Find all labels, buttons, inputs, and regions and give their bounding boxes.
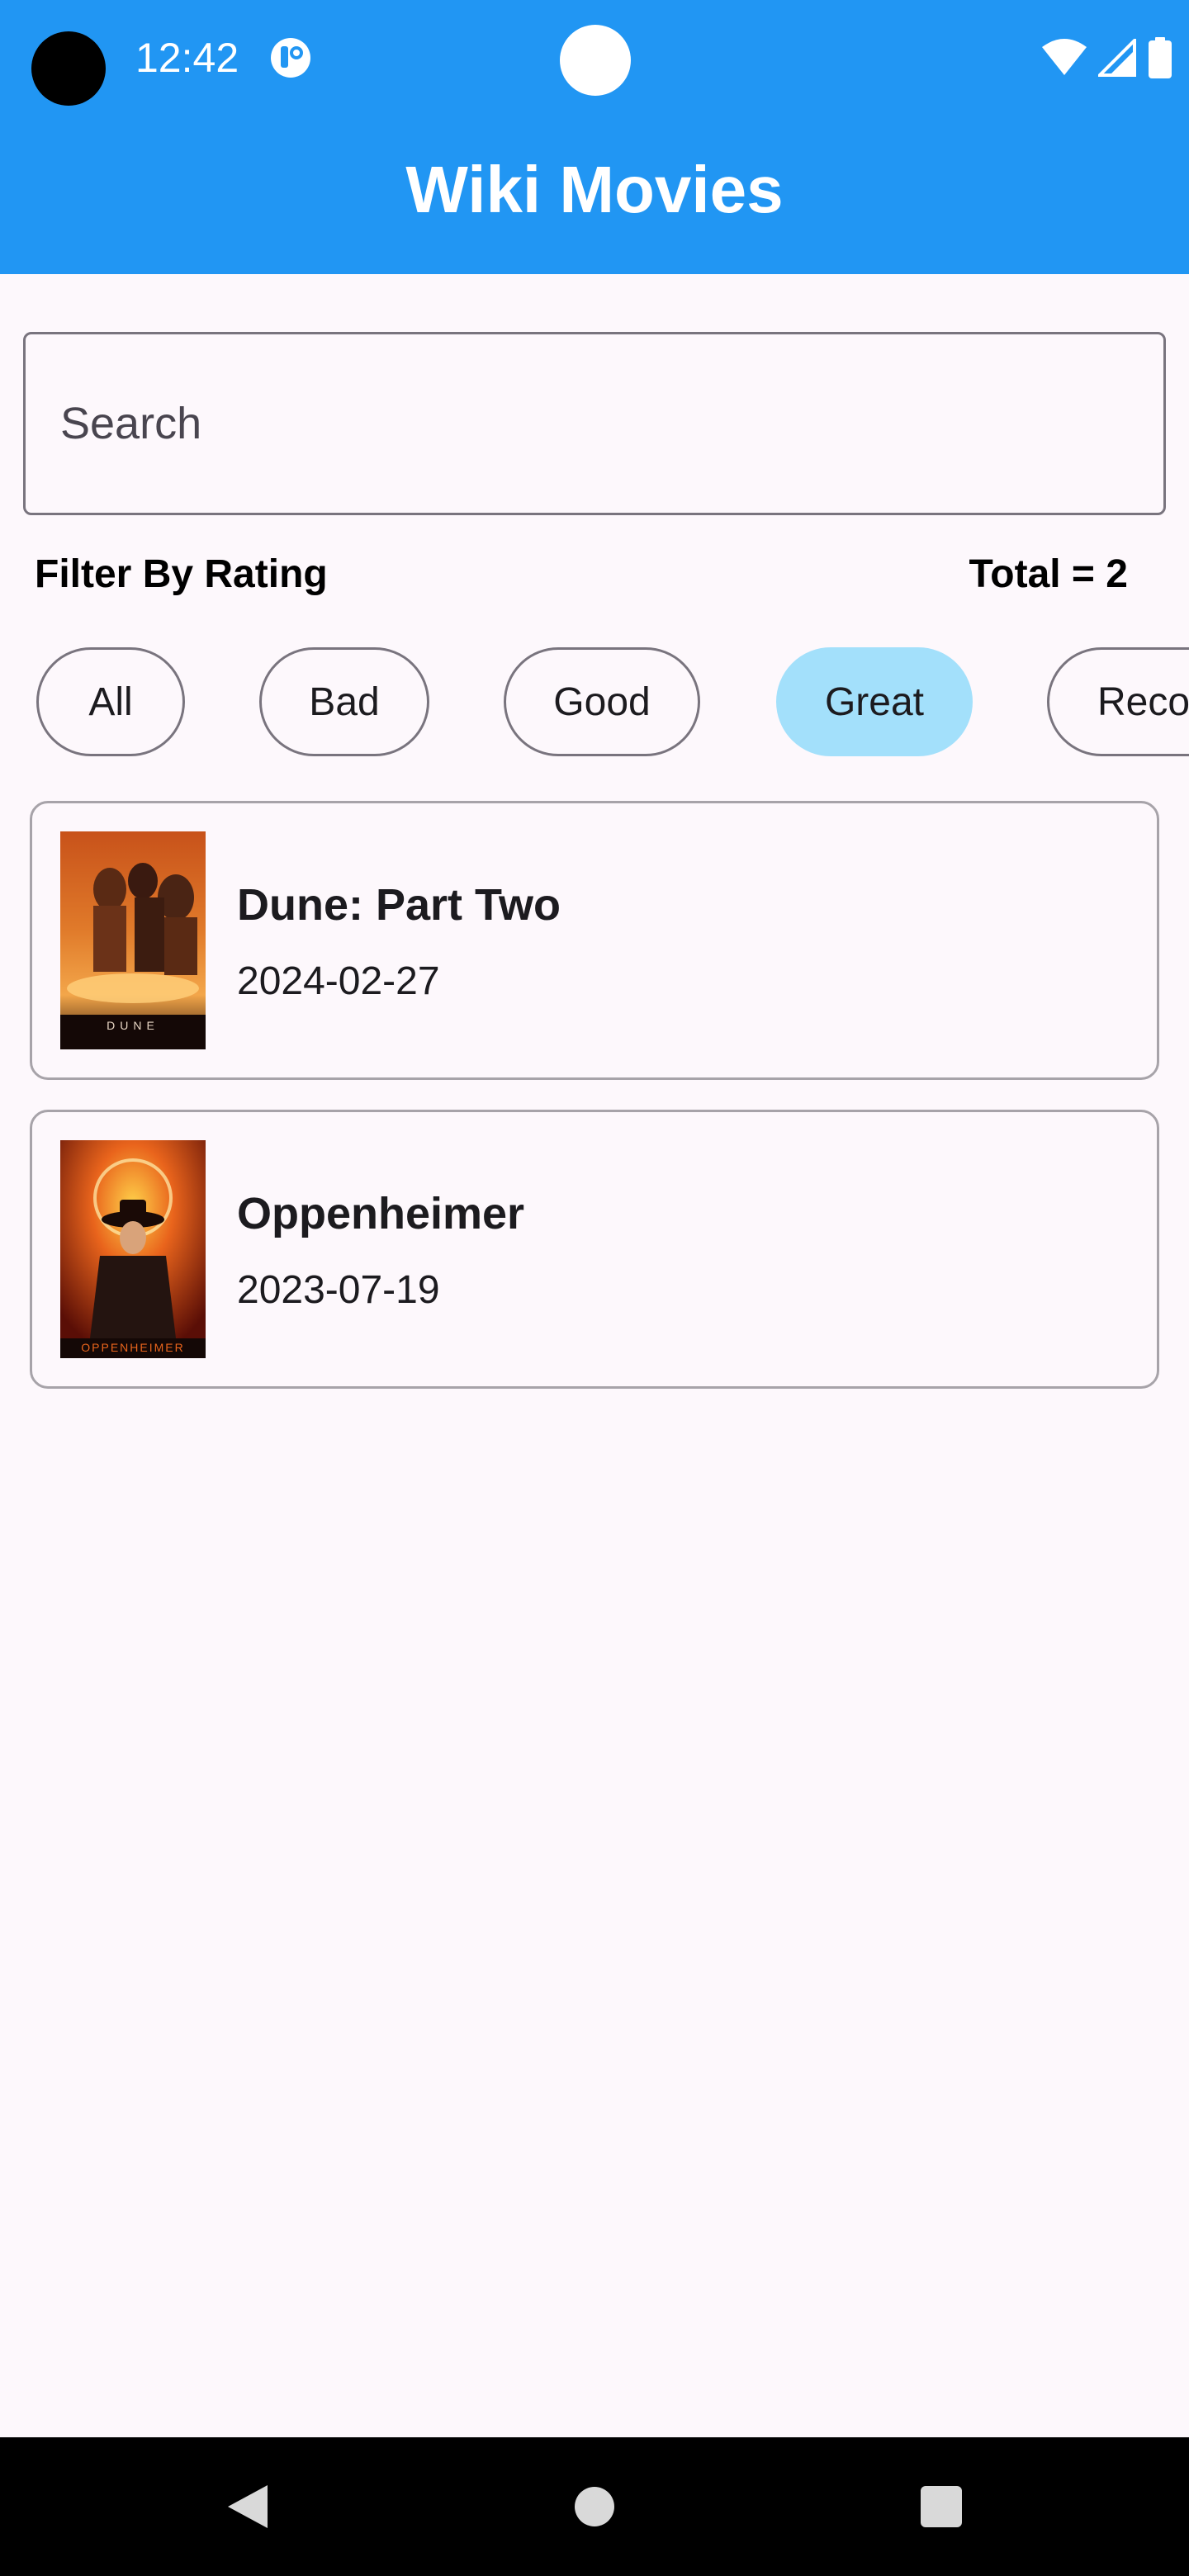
chip-label: Good — [553, 680, 651, 724]
chip-recommended[interactable]: Reco — [1047, 647, 1189, 756]
back-icon — [228, 2485, 268, 2528]
filter-label: Filter By Rating — [35, 552, 328, 596]
chip-label: All — [88, 680, 133, 724]
poster-title-text: OPPENHEIMER — [81, 1341, 184, 1354]
page-title: Wiki Movies — [405, 153, 784, 226]
wifi-icon — [1042, 39, 1087, 75]
total-count: Total = 2 — [969, 552, 1129, 596]
battery-icon — [1149, 37, 1172, 78]
camera-cutout — [31, 31, 106, 106]
movie-card[interactable]: OPPENHEIMER Oppenheimer 2023-07-19 — [30, 1110, 1159, 1389]
movie-title: Dune: Part Two — [237, 880, 561, 930]
chip-label: Great — [824, 680, 925, 724]
movie-poster: OPPENHEIMER — [60, 1140, 206, 1358]
cell-signal-icon — [1098, 39, 1136, 77]
search-input[interactable] — [26, 334, 1163, 513]
recents-button[interactable] — [900, 2437, 983, 2576]
movie-poster: DUNE — [60, 831, 206, 1049]
home-icon — [575, 2487, 614, 2526]
recents-icon — [921, 2486, 962, 2527]
app-notification-icon — [271, 38, 310, 78]
front-camera-notch — [560, 25, 631, 96]
status-time: 12:42 — [135, 35, 239, 81]
status-icons — [1042, 33, 1172, 83]
screen: 12:42 Wiki Movies Filter By Rati — [0, 0, 1189, 2576]
chip-bad[interactable]: Bad — [259, 647, 429, 756]
chip-good[interactable]: Good — [504, 647, 700, 756]
movie-release-date: 2023-07-19 — [237, 1268, 440, 1312]
chip-all[interactable]: All — [36, 647, 185, 756]
poster-title-text: DUNE — [107, 1019, 159, 1032]
movie-release-date: 2024-02-27 — [237, 959, 440, 1003]
chip-great[interactable]: Great — [776, 647, 973, 756]
movie-card[interactable]: DUNE Dune: Part Two 2024-02-27 — [30, 801, 1159, 1080]
movie-title: Oppenheimer — [237, 1189, 525, 1238]
chip-label: Bad — [309, 680, 380, 724]
app-bar: 12:42 Wiki Movies — [0, 0, 1189, 274]
search-field[interactable] — [23, 332, 1166, 515]
chip-label: Reco — [1097, 680, 1189, 724]
system-nav-bar — [0, 2437, 1189, 2576]
back-button[interactable] — [206, 2437, 289, 2576]
home-button[interactable] — [553, 2437, 636, 2576]
